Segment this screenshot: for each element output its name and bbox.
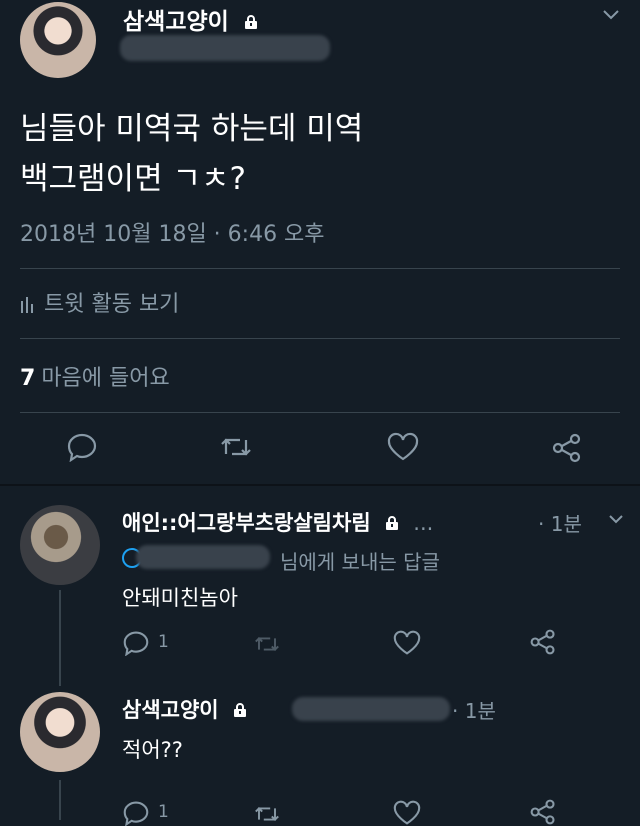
- tweet-text-line: 백그램이면 ㄱㅊ?: [20, 161, 246, 197]
- divider: [20, 412, 620, 413]
- reply-icon[interactable]: [122, 630, 150, 656]
- avatar[interactable]: [20, 505, 100, 585]
- reply-time[interactable]: · 1분: [538, 508, 582, 537]
- reply-text: 적어??: [122, 738, 183, 762]
- activity-label: 트윗 활동 보기: [44, 292, 180, 317]
- reply-time[interactable]: · 1분: [452, 695, 496, 724]
- thread-line: [59, 590, 61, 686]
- retweet-icon[interactable]: [218, 432, 254, 462]
- share-icon[interactable]: [528, 798, 558, 826]
- tweet-text: 님들아 미역국 하는데 미역 백그램이면 ㄱㅊ?: [20, 104, 363, 204]
- likes-count: 7: [20, 366, 36, 391]
- display-name[interactable]: 애인::어그랑부츠랑살림차림: [122, 511, 371, 535]
- username-redacted: [292, 697, 450, 721]
- lock-icon: [384, 512, 400, 530]
- section-separator: [0, 484, 640, 486]
- display-name[interactable]: 삼색고양이: [122, 698, 219, 722]
- retweet-icon[interactable]: [252, 632, 282, 656]
- heart-icon[interactable]: [386, 432, 420, 462]
- likes-summary[interactable]: 7 마음에 들어요: [20, 360, 170, 392]
- chevron-down-icon[interactable]: [600, 6, 622, 22]
- reply-text: 안돼미친놈아: [122, 586, 238, 610]
- reply-header: 애인::어그랑부츠랑살림차림 ...: [122, 507, 433, 537]
- reply-icon[interactable]: [66, 432, 98, 462]
- likes-label: 마음에 들어요: [41, 366, 170, 391]
- divider: [20, 268, 620, 269]
- heart-icon[interactable]: [392, 630, 422, 656]
- bar-chart-icon: [20, 293, 34, 313]
- reply-count: 1: [158, 802, 169, 822]
- lock-icon: [232, 699, 248, 717]
- author-name[interactable]: 삼색고양이: [123, 2, 259, 36]
- divider: [20, 338, 620, 339]
- tweet-text-line: 님들아 미역국 하는데 미역: [20, 111, 364, 147]
- reply-to-label: 님에게 보내는 답글: [280, 550, 440, 574]
- reply-count: 1: [158, 632, 169, 652]
- mention-redacted[interactable]: [136, 545, 270, 569]
- tweet-timestamp[interactable]: 2018년 10월 18일 · 6:46 오후: [20, 216, 325, 248]
- share-icon[interactable]: [528, 628, 558, 656]
- reply-header: 삼색고양이: [122, 694, 248, 724]
- name-ellipsis: ...: [413, 511, 434, 535]
- heart-icon[interactable]: [392, 800, 422, 826]
- lock-icon: [243, 10, 259, 29]
- avatar[interactable]: [20, 692, 100, 772]
- reply-icon[interactable]: [122, 800, 150, 826]
- avatar[interactable]: [20, 2, 96, 78]
- share-icon[interactable]: [550, 432, 584, 464]
- retweet-icon[interactable]: [252, 802, 282, 826]
- thread-line: [59, 780, 61, 820]
- display-name: 삼색고양이: [123, 9, 229, 35]
- chevron-down-icon[interactable]: [606, 512, 626, 526]
- username-redacted: [120, 35, 330, 61]
- tweet-activity-link[interactable]: 트윗 활동 보기: [20, 286, 179, 318]
